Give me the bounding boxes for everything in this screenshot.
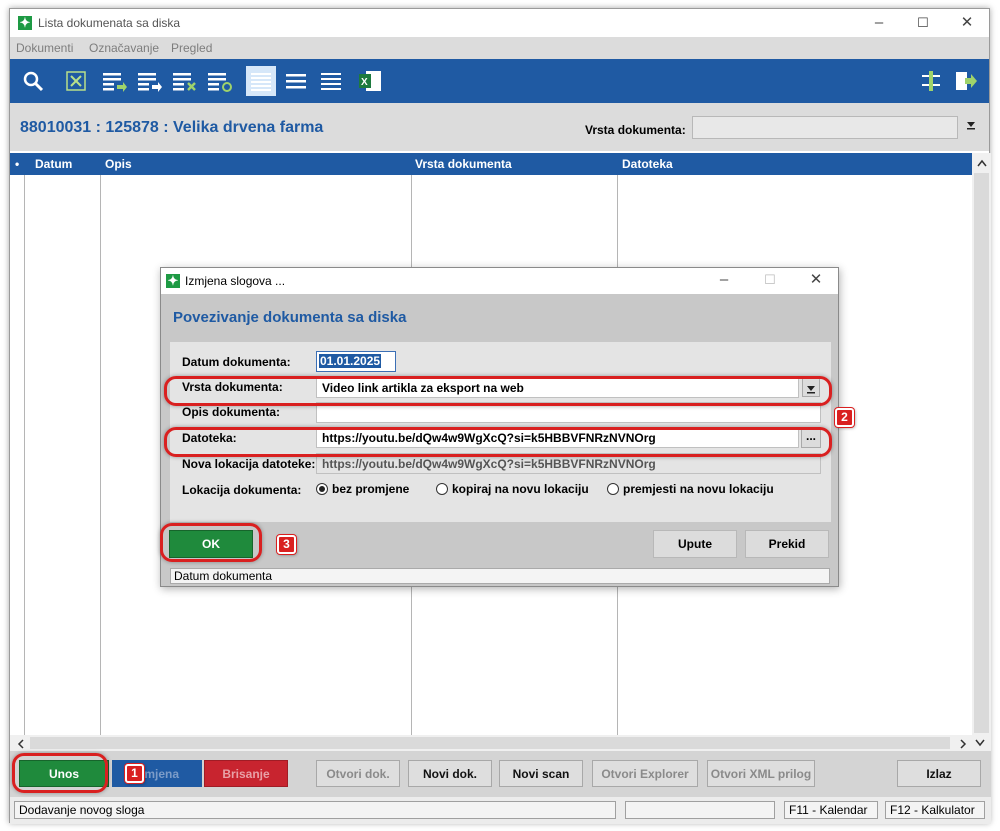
datum-value: 01.01.2025 xyxy=(319,354,382,368)
dropdown-arrow-icon[interactable] xyxy=(962,118,980,136)
scroll-thumb[interactable] xyxy=(974,173,989,733)
callout-vrsta xyxy=(164,376,832,406)
dialog-close-button[interactable]: ✕ xyxy=(801,270,831,290)
deselect-icon[interactable] xyxy=(61,66,91,96)
grid-divider xyxy=(100,175,101,751)
minimize-button[interactable]: – xyxy=(864,13,894,33)
lokacija-label: Lokacija dokumenta: xyxy=(182,483,302,497)
radio-kopiraj[interactable]: kopiraj na novu lokaciju xyxy=(436,482,589,496)
radio-bez-promjene[interactable]: bez promjene xyxy=(316,482,409,496)
dialog-heading: Povezivanje dokumenta sa diska xyxy=(173,309,407,326)
status-bar: Dodavanje novog sloga F11 - Kalendar F12… xyxy=(10,797,991,824)
dialog-title: Izmjena slogova ... xyxy=(185,274,286,288)
upute-button[interactable]: Upute xyxy=(653,530,737,558)
grid-header: • Datum Opis Vrsta dokumenta Datoteka xyxy=(10,153,972,175)
step-badge-3: 3 xyxy=(277,535,296,554)
app-icon: ✦ xyxy=(18,15,32,30)
step-badge-1: 1 xyxy=(125,764,144,783)
novi-scan-button[interactable]: Novi scan xyxy=(499,760,583,787)
nova-lokacija-label: Nova lokacija datoteke: xyxy=(182,457,316,471)
dialog-maximize-button[interactable]: ☐ xyxy=(755,270,785,290)
menu-pregled[interactable]: Pregled xyxy=(171,41,212,55)
maximize-button[interactable]: ☐ xyxy=(908,13,938,33)
radio-premjesti[interactable]: premjesti na novu lokaciju xyxy=(607,482,774,496)
list-add-all-icon[interactable] xyxy=(135,66,165,96)
brisanje-button[interactable]: Brisanje xyxy=(204,760,288,787)
view-list-icon[interactable] xyxy=(246,66,276,96)
dialog-minimize-button[interactable]: – xyxy=(709,270,739,290)
radio-selected-icon xyxy=(316,483,328,495)
opis-label: Opis dokumenta: xyxy=(182,405,281,419)
novi-dok-button[interactable]: Novi dok. xyxy=(408,760,492,787)
list-refresh-icon[interactable] xyxy=(205,66,235,96)
toolbar: X xyxy=(10,59,989,103)
window-title: Lista dokumenata sa diska xyxy=(38,16,181,30)
otvori-explorer-button[interactable]: Otvori Explorer xyxy=(592,760,698,787)
view-compact-icon[interactable] xyxy=(316,66,346,96)
status-message: Dodavanje novog sloga xyxy=(14,801,616,819)
menu-oznacavanje[interactable]: Označavanje xyxy=(89,41,159,55)
column-datoteka[interactable]: Datoteka xyxy=(622,157,673,171)
page-title: 88010031 : 125878 : Velika drvena farma xyxy=(20,119,324,136)
status-f12[interactable]: F12 - Kalkulator xyxy=(885,801,985,819)
close-button[interactable]: ✕ xyxy=(952,13,982,33)
izlaz-button[interactable]: Izlaz xyxy=(897,760,981,787)
excel-export-icon[interactable]: X xyxy=(355,66,385,96)
menu-dokumenti[interactable]: Dokumenti xyxy=(16,41,73,55)
scroll-left-icon[interactable] xyxy=(17,739,25,749)
radio-icon xyxy=(607,483,619,495)
view-lines-icon[interactable] xyxy=(281,66,311,96)
header-strip: 88010031 : 125878 : Velika drvena farma … xyxy=(10,103,989,151)
dialog-title-bar: ✦ Izmjena slogova ... – ☐ ✕ xyxy=(161,268,838,294)
status-f11[interactable]: F11 - Kalendar xyxy=(784,801,878,819)
callout-unos xyxy=(12,753,108,793)
callout-datoteka xyxy=(164,427,832,457)
otvori-dok-button[interactable]: Otvori dok. xyxy=(316,760,400,787)
column-opis[interactable]: Opis xyxy=(105,157,132,171)
grid-divider xyxy=(24,175,25,751)
scroll-thumb[interactable] xyxy=(30,737,950,749)
svg-text:X: X xyxy=(361,77,368,88)
scroll-down-icon[interactable] xyxy=(975,739,985,747)
search-icon[interactable] xyxy=(18,66,48,96)
horizontal-scrollbar[interactable] xyxy=(10,735,991,751)
filter-label: Vrsta dokumenta: xyxy=(585,123,686,137)
callout-ok xyxy=(160,523,262,562)
prekid-button[interactable]: Prekid xyxy=(745,530,829,558)
column-marker[interactable]: • xyxy=(15,157,19,171)
scroll-up-icon[interactable] xyxy=(977,159,987,167)
column-datum[interactable]: Datum xyxy=(35,157,72,171)
filter-document-type-input[interactable] xyxy=(692,116,958,139)
menu-bar: Dokumenti Označavanje Pregled xyxy=(10,37,989,59)
vertical-scrollbar[interactable] xyxy=(972,153,991,753)
datum-field[interactable]: 01.01.2025 xyxy=(316,351,396,372)
radio-icon xyxy=(436,483,448,495)
exit-icon[interactable] xyxy=(951,66,981,96)
dialog-status: Datum dokumenta xyxy=(170,568,830,584)
datum-label: Datum dokumenta: xyxy=(182,355,291,369)
app-icon: ✦ xyxy=(166,273,180,288)
step-badge-2: 2 xyxy=(835,408,854,427)
status-empty xyxy=(625,801,775,819)
scroll-right-icon[interactable] xyxy=(959,739,967,749)
otvori-xml-prilog-button[interactable]: Otvori XML prilog xyxy=(707,760,815,787)
list-remove-icon[interactable] xyxy=(170,66,200,96)
title-bar: ✦ Lista dokumenata sa diska – ☐ ✕ xyxy=(10,9,989,37)
settings-sliders-icon[interactable] xyxy=(916,66,946,96)
column-vrsta-dokumenta[interactable]: Vrsta dokumenta xyxy=(415,157,512,171)
list-add-icon[interactable] xyxy=(100,66,130,96)
